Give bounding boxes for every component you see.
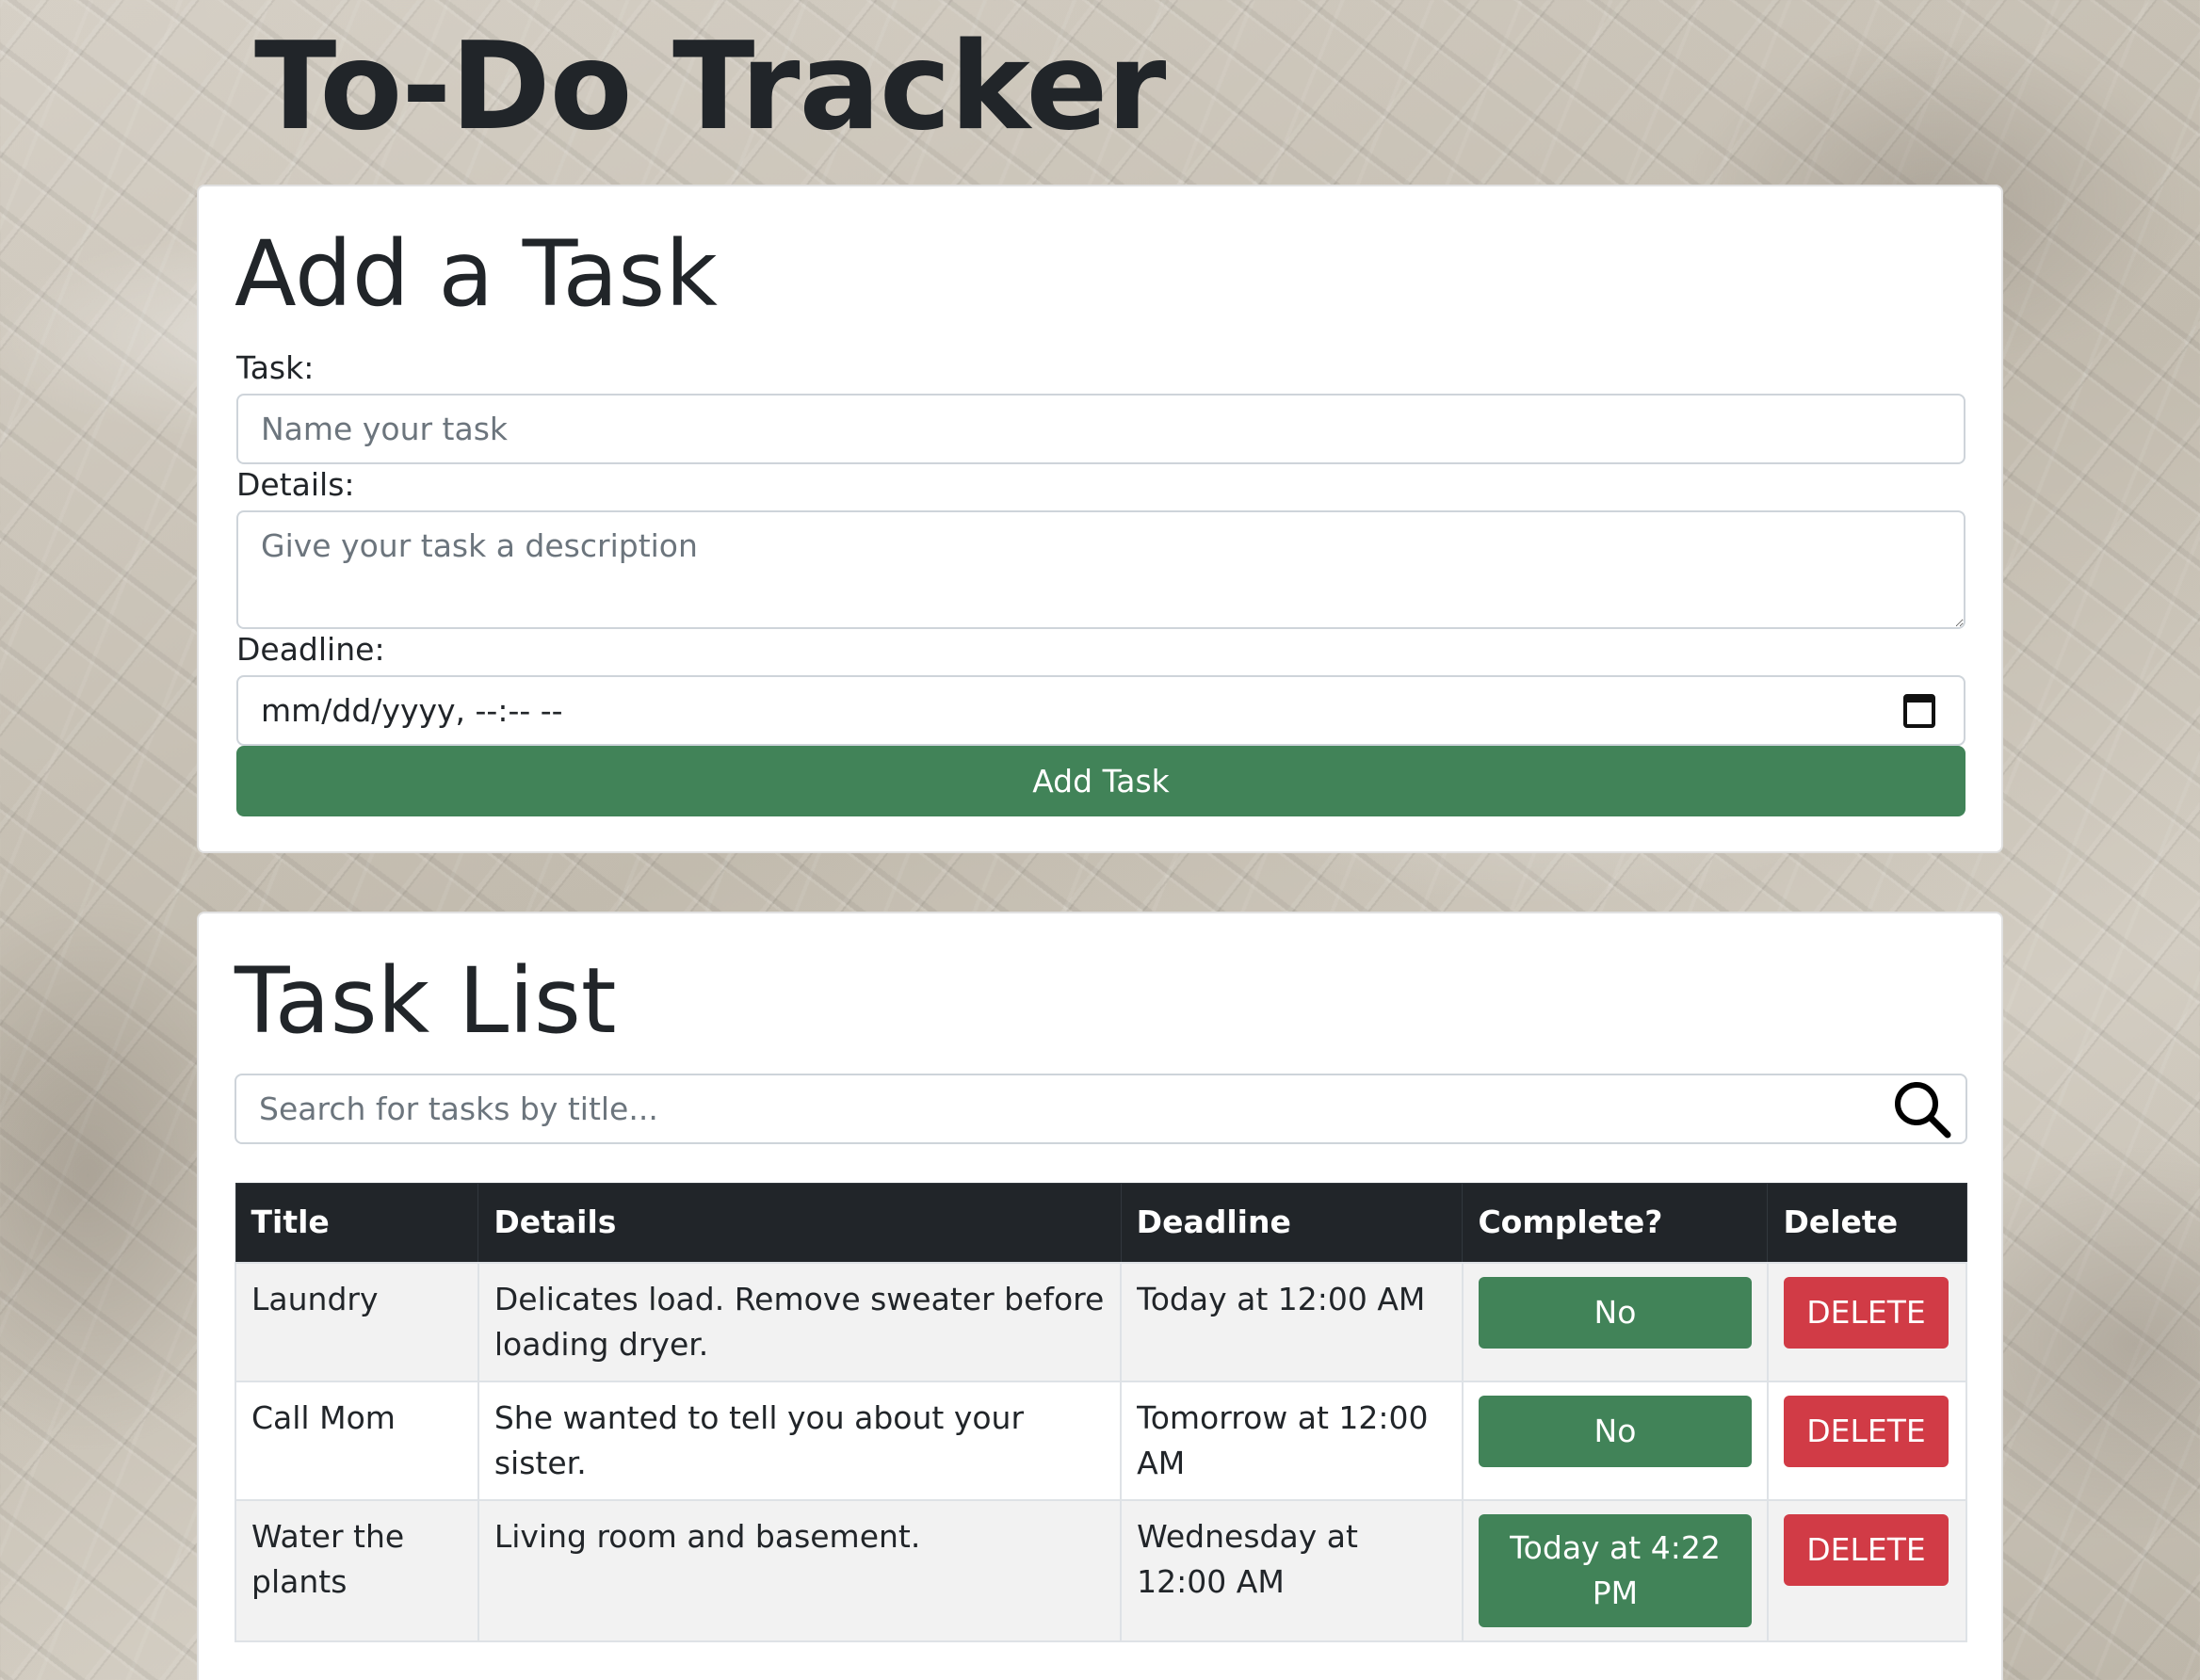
complete-toggle-button[interactable]: No [1478,1395,1752,1467]
task-complete-cell: No [1461,1380,1769,1501]
search-bar [235,1074,1967,1144]
task-details-textarea[interactable] [236,510,1965,629]
details-label: Details: [236,466,355,503]
delete-task-button[interactable]: DELETE [1783,1395,1949,1467]
task-delete-cell: DELETE [1766,1261,1968,1382]
column-header-title: Title [235,1183,479,1263]
table-header-row: Title Details Deadline Complete? Delete [235,1183,1967,1263]
calendar-icon[interactable] [1903,693,1935,728]
table-row: Call Mom She wanted to tell you about yo… [235,1380,1968,1501]
complete-toggle-button[interactable]: Today at 4:22 PM [1478,1513,1752,1627]
column-header-deadline: Deadline [1120,1183,1464,1263]
task-details-cell: She wanted to tell you about your sister… [477,1380,1123,1501]
deadline-datetime-input[interactable]: mm/dd/yyyy, --:-- -- [236,675,1965,746]
task-details-cell: Living room and basement. [477,1498,1123,1642]
search-icon[interactable] [1886,1076,1958,1142]
task-complete-cell: No [1461,1261,1769,1382]
task-deadline-cell: Wednesday at 12:00 AM [1120,1498,1464,1642]
delete-task-button[interactable]: DELETE [1783,1513,1949,1586]
task-title-cell: Water the plants [235,1498,479,1642]
add-task-card: Add a Task Task: Details: Deadline: mm/d… [197,185,2003,853]
column-header-details: Details [477,1183,1122,1263]
deadline-value: mm/dd/yyyy, --:-- -- [261,692,563,729]
task-title-cell: Call Mom [235,1380,479,1501]
search-input[interactable] [236,1075,1886,1142]
table-row: Water the plants Living room and basemen… [235,1498,1968,1642]
task-delete-cell: DELETE [1766,1380,1968,1501]
complete-toggle-button[interactable]: No [1478,1276,1752,1349]
delete-task-button[interactable]: DELETE [1783,1276,1949,1349]
task-title-cell: Laundry [235,1261,479,1382]
task-details-cell: Delicates load. Remove sweater before lo… [477,1261,1123,1382]
task-name-input[interactable] [236,394,1965,464]
task-delete-cell: DELETE [1766,1498,1968,1642]
task-table: Title Details Deadline Complete? Delete … [235,1183,1968,1642]
deadline-label: Deadline: [236,631,385,668]
add-task-heading: Add a Task [235,221,718,327]
column-header-complete: Complete? [1462,1183,1769,1263]
task-label: Task: [236,349,315,386]
task-complete-cell: Today at 4:22 PM [1461,1498,1769,1642]
column-header-delete: Delete [1767,1183,1967,1263]
task-deadline-cell: Today at 12:00 AM [1120,1261,1464,1382]
add-task-button[interactable]: Add Task [236,746,1965,816]
task-list-card: Task List Title Details Deadline Complet… [197,912,2003,1680]
task-list-heading: Task List [235,948,617,1054]
table-row: Laundry Delicates load. Remove sweater b… [235,1261,1968,1382]
task-deadline-cell: Tomorrow at 12:00 AM [1120,1380,1464,1501]
app-title: To-Do Tracker [254,17,1166,157]
